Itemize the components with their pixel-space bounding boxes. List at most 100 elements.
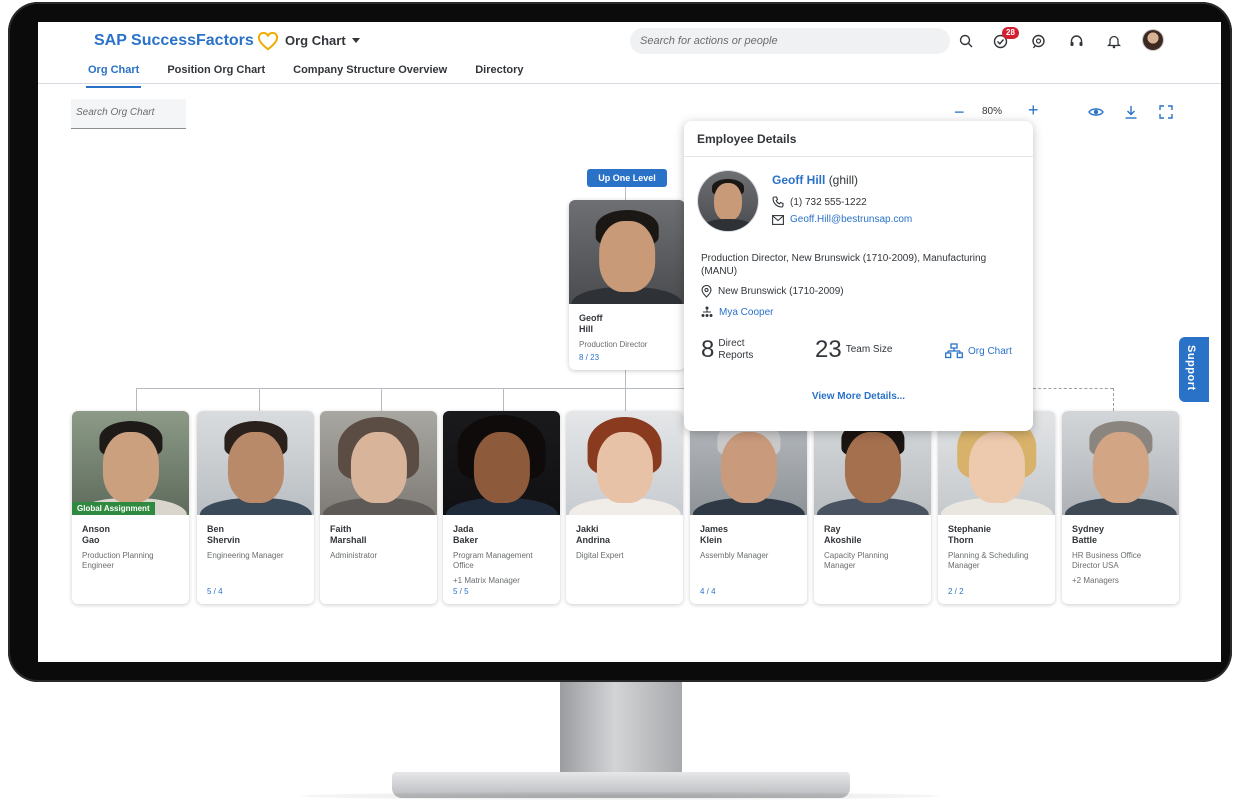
app-menu[interactable]: Org Chart xyxy=(285,33,360,48)
download-icon[interactable] xyxy=(1123,104,1139,120)
details-org-chart-link[interactable]: Org Chart xyxy=(945,343,1012,359)
org-chart-icon xyxy=(945,343,963,359)
up-one-level-button[interactable]: Up One Level xyxy=(587,169,667,187)
shell-header: SAP SuccessFactors Org Chart Search for … xyxy=(38,22,1221,88)
popover-title: Employee Details xyxy=(684,121,1033,157)
employee-card-james-klein[interactable]: James Klein Assembly Manager 4 / 4 xyxy=(690,411,807,604)
eye-icon[interactable] xyxy=(1088,104,1104,120)
employee-count[interactable]: 2 / 2 xyxy=(948,587,964,596)
tab-position-org-chart[interactable]: Position Org Chart xyxy=(167,64,265,80)
details-position: Production Director, New Brunswick (1710… xyxy=(701,253,987,277)
employee-photo xyxy=(443,411,560,515)
tab-org-chart[interactable]: Org Chart xyxy=(85,64,142,88)
manager-card[interactable]: Geoff Hill Production Director 8 / 23 xyxy=(569,200,685,370)
tab-bar: Org Chart Position Org Chart Company Str… xyxy=(85,64,523,88)
details-user-id: (ghill) xyxy=(828,173,859,187)
brand-logo[interactable]: SAP SuccessFactors xyxy=(94,31,279,51)
details-location-row: New Brunswick (1710-2009) xyxy=(701,285,844,298)
monitor-stand-neck xyxy=(560,682,682,774)
employee-count[interactable]: 4 / 4 xyxy=(700,587,716,596)
employee-title: Production Planning Engineer xyxy=(82,551,154,570)
direct-reports-stat: 8 Direct Reports xyxy=(701,336,753,364)
tab-directory[interactable]: Directory xyxy=(475,64,523,80)
connector-dashed xyxy=(1033,388,1113,389)
zoom-level: 80% xyxy=(982,106,1003,117)
team-size-label: Team Size xyxy=(845,344,893,355)
employee-photo: Global Assignment xyxy=(72,411,189,515)
user-avatar[interactable] xyxy=(1143,30,1163,50)
view-more-details-link[interactable]: View More Details... xyxy=(684,391,1033,402)
employee-card-anson-gao[interactable]: Global Assignment Anson Gao Production Pl… xyxy=(72,411,189,604)
employee-card-sydney-battle[interactable]: Sydney Battle HR Business Office Director… xyxy=(1062,411,1179,604)
connector-drop xyxy=(625,388,626,411)
employee-card-jada-baker[interactable]: Jada Baker Program Management Office +1 M… xyxy=(443,411,560,604)
zoom-in-button[interactable]: + xyxy=(1028,100,1039,121)
connector-drop xyxy=(259,388,260,411)
employee-card-jakki-andrina[interactable]: Jakki Andrina Digital Expert xyxy=(566,411,683,604)
stage: SAP SuccessFactors Org Chart Search for … xyxy=(0,0,1236,800)
manager-count[interactable]: 8 / 23 xyxy=(579,353,599,362)
bell-icon[interactable] xyxy=(1104,31,1124,51)
employee-name: Jakki Andrina xyxy=(576,524,611,545)
team-size-count: 23 xyxy=(815,336,842,363)
heart-icon xyxy=(257,31,278,51)
connector-drop xyxy=(136,388,137,411)
employee-title: Assembly Manager xyxy=(700,551,769,560)
connector-drop xyxy=(503,388,504,411)
org-chart-search-input[interactable]: Search Org Chart xyxy=(71,99,186,129)
location-pin-icon xyxy=(701,285,712,298)
employee-name: Anson Gao xyxy=(82,524,110,545)
employee-card-stephanie-thorn[interactable]: Stephanie Thorn Planning & Scheduling Man… xyxy=(938,411,1055,604)
details-phone[interactable]: (1) 732 555-1222 xyxy=(790,197,867,208)
headset-icon[interactable] xyxy=(1066,31,1086,51)
employee-title: Administrator xyxy=(330,551,378,560)
employee-details-popover: Employee Details Geoff Hill (ghill) (1) … xyxy=(684,121,1033,431)
details-email-link[interactable]: Geoff.Hill@bestrunsap.com xyxy=(790,214,912,225)
employee-photo xyxy=(566,411,683,515)
employee-name: James Klein xyxy=(700,524,729,545)
employee-count[interactable]: 5 / 5 xyxy=(453,587,469,596)
manager-photo xyxy=(569,200,685,304)
brand-name: SAP SuccessFactors xyxy=(94,32,254,49)
employee-photo xyxy=(320,411,437,515)
employee-title: HR Business Office Director USA xyxy=(1072,551,1142,570)
feedback-icon[interactable] xyxy=(1028,31,1048,51)
employee-name: Jada Baker xyxy=(453,524,479,545)
manager-title: Production Director xyxy=(579,340,648,349)
matrix-manager-note: +1 Matrix Manager xyxy=(453,576,520,585)
support-tab[interactable]: Support xyxy=(1179,337,1209,402)
employee-name: Stephanie Thorn xyxy=(948,524,992,545)
direct-reports-label: Direct Reports xyxy=(718,338,754,361)
employee-card-ray-akoshile[interactable]: Ray Akoshile Capacity Planning Manager xyxy=(814,411,931,604)
employee-card-ben-shervin[interactable]: Ben Shervin Engineering Manager 5 / 4 xyxy=(197,411,314,604)
email-icon xyxy=(772,214,784,225)
details-avatar xyxy=(698,171,758,231)
employee-title: Capacity Planning Manager xyxy=(824,551,889,570)
tab-company-structure-overview[interactable]: Company Structure Overview xyxy=(293,64,447,80)
employee-count[interactable]: 5 / 4 xyxy=(207,587,223,596)
phone-icon xyxy=(772,196,784,208)
manager-name: Geoff Hill xyxy=(579,313,603,334)
team-size-stat: 23 Team Size xyxy=(815,336,892,364)
connector-drop xyxy=(381,388,382,411)
direct-reports-count: 8 xyxy=(701,336,715,363)
employee-photo xyxy=(1062,411,1179,515)
app-menu-label: Org Chart xyxy=(285,33,346,48)
connector-dashed-drop xyxy=(1113,388,1114,411)
global-assignment-badge: Global Assignment xyxy=(72,502,155,515)
details-location: New Brunswick (1710-2009) xyxy=(718,286,844,297)
notification-count-badge: 28 xyxy=(1002,27,1019,39)
global-search-input[interactable]: Search for actions or people xyxy=(630,28,950,54)
employee-name: Sydney Battle xyxy=(1072,524,1105,545)
employee-title: Digital Expert xyxy=(576,551,624,560)
employee-card-faith-marshall[interactable]: Faith Marshall Administrator xyxy=(320,411,437,604)
employee-name: Ray Akoshile xyxy=(824,524,862,545)
fullscreen-icon[interactable] xyxy=(1158,104,1174,120)
screen: SAP SuccessFactors Org Chart Search for … xyxy=(38,22,1221,662)
search-icon[interactable] xyxy=(956,31,976,51)
details-name-link[interactable]: Geoff Hill xyxy=(772,173,825,187)
hierarchy-icon xyxy=(701,306,713,317)
zoom-out-button[interactable]: − xyxy=(954,102,965,123)
details-manager-link[interactable]: Mya Cooper xyxy=(719,307,773,318)
details-email-row: Geoff.Hill@bestrunsap.com xyxy=(772,214,912,225)
